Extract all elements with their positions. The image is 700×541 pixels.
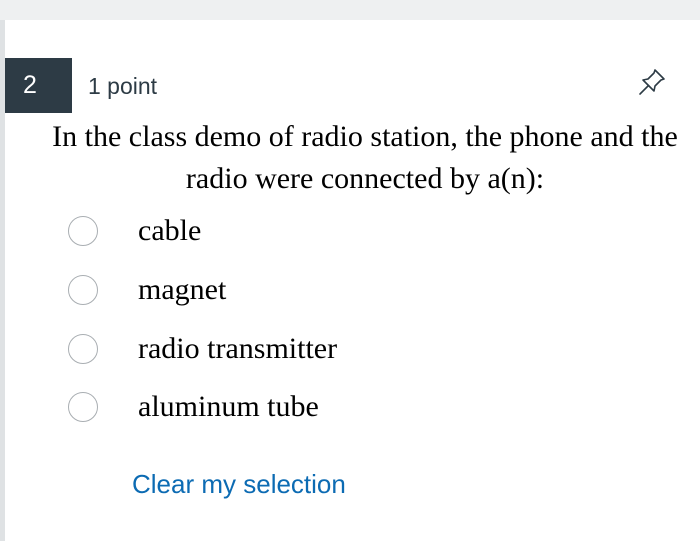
question-number: 2	[5, 58, 72, 113]
option-label: cable	[138, 214, 202, 247]
pin-icon[interactable]	[636, 66, 668, 98]
radio-button[interactable]	[68, 275, 98, 305]
radio-button[interactable]	[68, 216, 98, 246]
option-cable[interactable]: cable	[68, 211, 201, 251]
option-aluminum-tube[interactable]: aluminum tube	[68, 387, 319, 427]
radio-button[interactable]	[68, 334, 98, 364]
option-label: magnet	[138, 273, 227, 306]
option-label: radio transmitter	[138, 332, 338, 365]
option-radio-transmitter[interactable]: radio transmitter	[68, 329, 337, 369]
clear-selection-link[interactable]: Clear my selection	[132, 466, 346, 502]
top-bar	[0, 0, 700, 20]
option-label: aluminum tube	[138, 390, 319, 423]
option-magnet[interactable]: magnet	[68, 270, 226, 310]
radio-button[interactable]	[68, 392, 98, 422]
question-points: 1 point	[88, 73, 158, 99]
question-text: In the class demo of radio station, the …	[52, 120, 678, 195]
